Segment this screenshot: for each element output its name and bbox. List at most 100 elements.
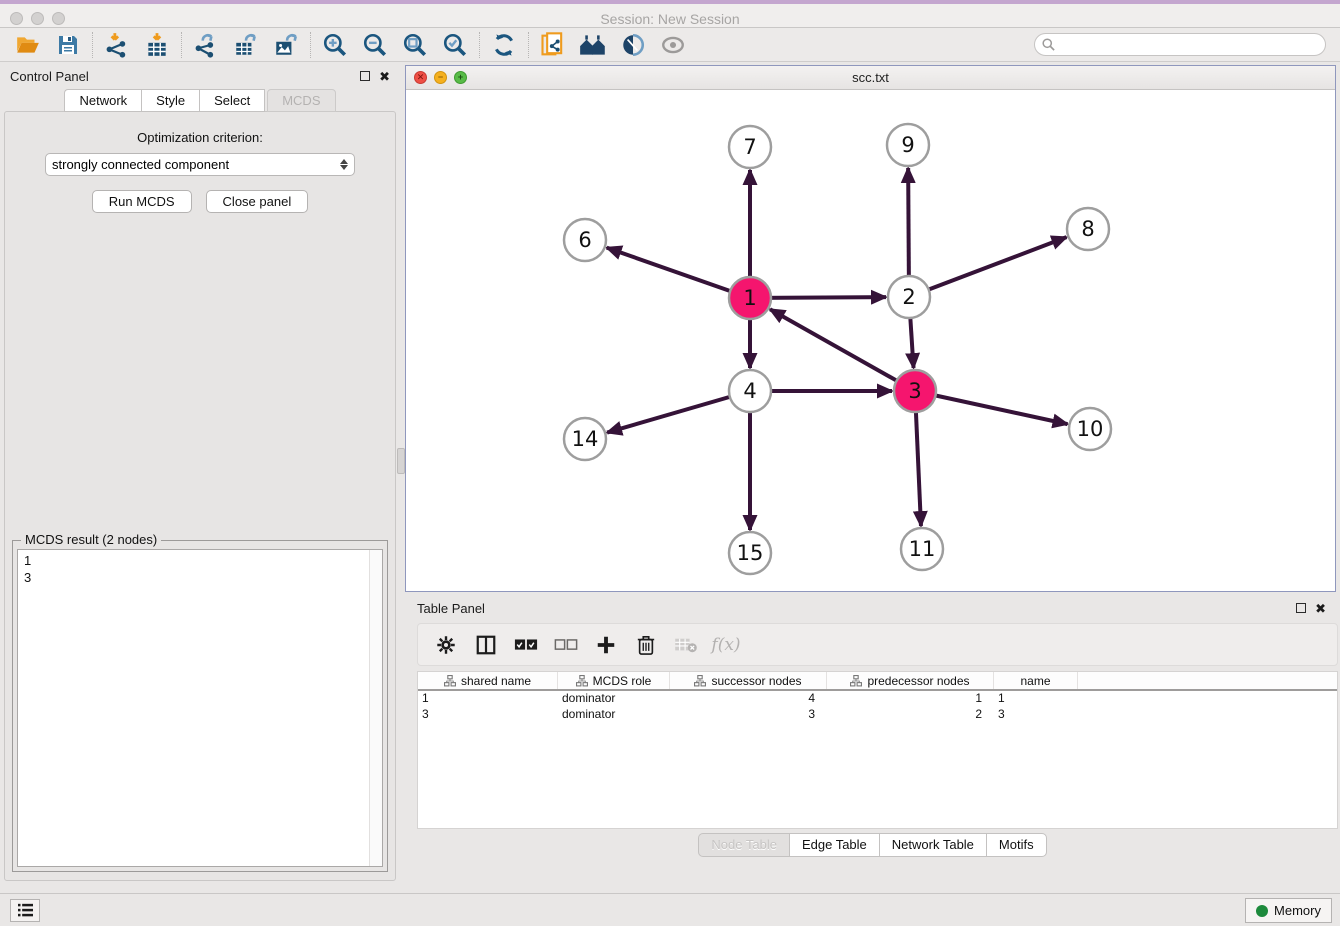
open-session-button[interactable] [8, 30, 48, 60]
float-table-panel-icon[interactable] [1296, 603, 1306, 613]
trash-icon [636, 634, 656, 656]
graph-edge-3-1[interactable] [770, 309, 915, 391]
graph-node-label-9: 9 [901, 133, 914, 157]
graph-node-label-3: 3 [908, 379, 921, 403]
column-header-label: successor nodes [711, 674, 801, 688]
tab-style[interactable]: Style [141, 89, 199, 112]
search-box[interactable] [1034, 33, 1326, 56]
panel-splitter-handle[interactable] [397, 448, 405, 474]
table-cell[interactable]: 3 [418, 707, 558, 723]
import-network-button[interactable] [97, 30, 137, 60]
mcds-result-text[interactable]: 1 3 [17, 549, 383, 867]
export-network-button[interactable] [186, 30, 226, 60]
tab-network-table[interactable]: Network Table [879, 833, 986, 857]
tab-select[interactable]: Select [199, 89, 265, 112]
graph-node-label-6: 6 [578, 228, 591, 252]
close-panel-icon[interactable]: ✖ [379, 70, 390, 83]
node-table[interactable]: shared name MCDS role successor nodes prede… [417, 671, 1338, 829]
apply-layout-button[interactable] [484, 30, 524, 60]
tab-node-table[interactable]: Node Table [698, 833, 789, 857]
eye-icon [659, 32, 687, 58]
home-button[interactable] [573, 30, 613, 60]
export-table-button[interactable] [226, 30, 266, 60]
network-close-button[interactable]: ✕ [414, 71, 427, 84]
network-graph[interactable]: 7968124314101511 [406, 91, 1335, 593]
function-builder-button[interactable]: f(x) [708, 628, 744, 662]
network-maximize-button[interactable]: + [454, 71, 467, 84]
table-row[interactable]: 3dominator323 [418, 707, 1337, 723]
gear-icon [435, 634, 457, 656]
network-minimize-button[interactable]: − [434, 71, 447, 84]
optimization-criterion-label: Optimization criterion: [5, 130, 395, 145]
table-cell[interactable]: 2 [827, 707, 994, 723]
import-table-button[interactable] [137, 30, 177, 60]
float-panel-icon[interactable] [360, 71, 370, 81]
table-cell[interactable]: 1 [827, 691, 994, 707]
tab-motifs[interactable]: Motifs [986, 833, 1047, 857]
zoom-out-button[interactable] [355, 30, 395, 60]
column-header-label: MCDS role [593, 674, 652, 688]
style-icon [620, 32, 646, 58]
column-header[interactable]: shared name [418, 672, 558, 689]
select-all-columns-button[interactable] [508, 628, 544, 662]
show-hide-graphics-button[interactable] [653, 30, 693, 60]
table-cell[interactable]: dominator [558, 707, 670, 723]
search-input[interactable] [1056, 34, 1325, 55]
tab-mcds[interactable]: MCDS [267, 89, 335, 112]
zoom-in-icon [322, 32, 348, 58]
graph-node-label-8: 8 [1081, 217, 1094, 241]
memory-button[interactable]: Memory [1245, 898, 1332, 923]
graph-edge-1-6[interactable] [607, 248, 750, 298]
graph-edge-3-10[interactable] [915, 391, 1068, 424]
export-image-button[interactable] [266, 30, 306, 60]
save-session-button[interactable] [48, 30, 88, 60]
graph-edge-4-14[interactable] [607, 391, 750, 433]
attribute-type-icon [444, 675, 456, 687]
table-cell[interactable]: 1 [994, 691, 1078, 707]
table-cell[interactable]: 4 [670, 691, 827, 707]
network-window-titlebar[interactable]: ✕ − + scc.txt [406, 66, 1335, 90]
column-header[interactable]: successor nodes [670, 672, 827, 689]
table-cell[interactable]: 3 [670, 707, 827, 723]
refresh-icon [491, 32, 517, 58]
unchecked-boxes-icon [554, 637, 578, 653]
zoom-selected-button[interactable] [435, 30, 475, 60]
unselect-all-columns-button[interactable] [548, 628, 584, 662]
new-network-from-selection-button[interactable] [533, 30, 573, 60]
delete-table-button[interactable] [668, 628, 704, 662]
close-panel-button[interactable]: Close panel [206, 190, 309, 213]
graph-edge-2-8[interactable] [909, 237, 1066, 297]
zoom-in-button[interactable] [315, 30, 355, 60]
plus-icon [595, 634, 617, 656]
task-history-button[interactable] [10, 899, 40, 922]
tab-network[interactable]: Network [64, 89, 141, 112]
result-scrollbar[interactable] [369, 550, 382, 866]
column-header[interactable]: MCDS role [558, 672, 670, 689]
open-folder-icon [15, 32, 41, 58]
table-cell[interactable]: 1 [418, 691, 558, 707]
network-view-window: ✕ − + scc.txt 7968124314101511 [405, 65, 1336, 592]
control-panel-tabs: Network Style Select MCDS [0, 89, 400, 112]
network-canvas[interactable]: 7968124314101511 [406, 91, 1335, 591]
create-column-button[interactable] [588, 628, 624, 662]
table-header-row: shared name MCDS role successor nodes prede… [418, 672, 1337, 691]
tab-edge-table[interactable]: Edge Table [789, 833, 879, 857]
show-column-button[interactable] [468, 628, 504, 662]
zoom-fit-button[interactable] [395, 30, 435, 60]
run-mcds-button[interactable]: Run MCDS [92, 190, 192, 213]
column-header[interactable]: predecessor nodes [827, 672, 994, 689]
close-table-panel-icon[interactable]: ✖ [1315, 602, 1326, 615]
table-row[interactable]: 1dominator411 [418, 691, 1337, 707]
table-cell[interactable]: dominator [558, 691, 670, 707]
mcds-result-group: MCDS result (2 nodes) 1 3 [12, 540, 388, 872]
criterion-select[interactable]: strongly connected component [45, 153, 355, 176]
toolbar-separator [310, 32, 311, 58]
column-header[interactable]: name [994, 672, 1078, 689]
table-cell[interactable]: 3 [994, 707, 1078, 723]
control-panel-title: Control Panel [10, 69, 89, 84]
delete-column-button[interactable] [628, 628, 664, 662]
delete-table-icon [674, 636, 698, 654]
apply-style-button[interactable] [613, 30, 653, 60]
table-settings-button[interactable] [428, 628, 464, 662]
export-table-icon [233, 32, 259, 58]
